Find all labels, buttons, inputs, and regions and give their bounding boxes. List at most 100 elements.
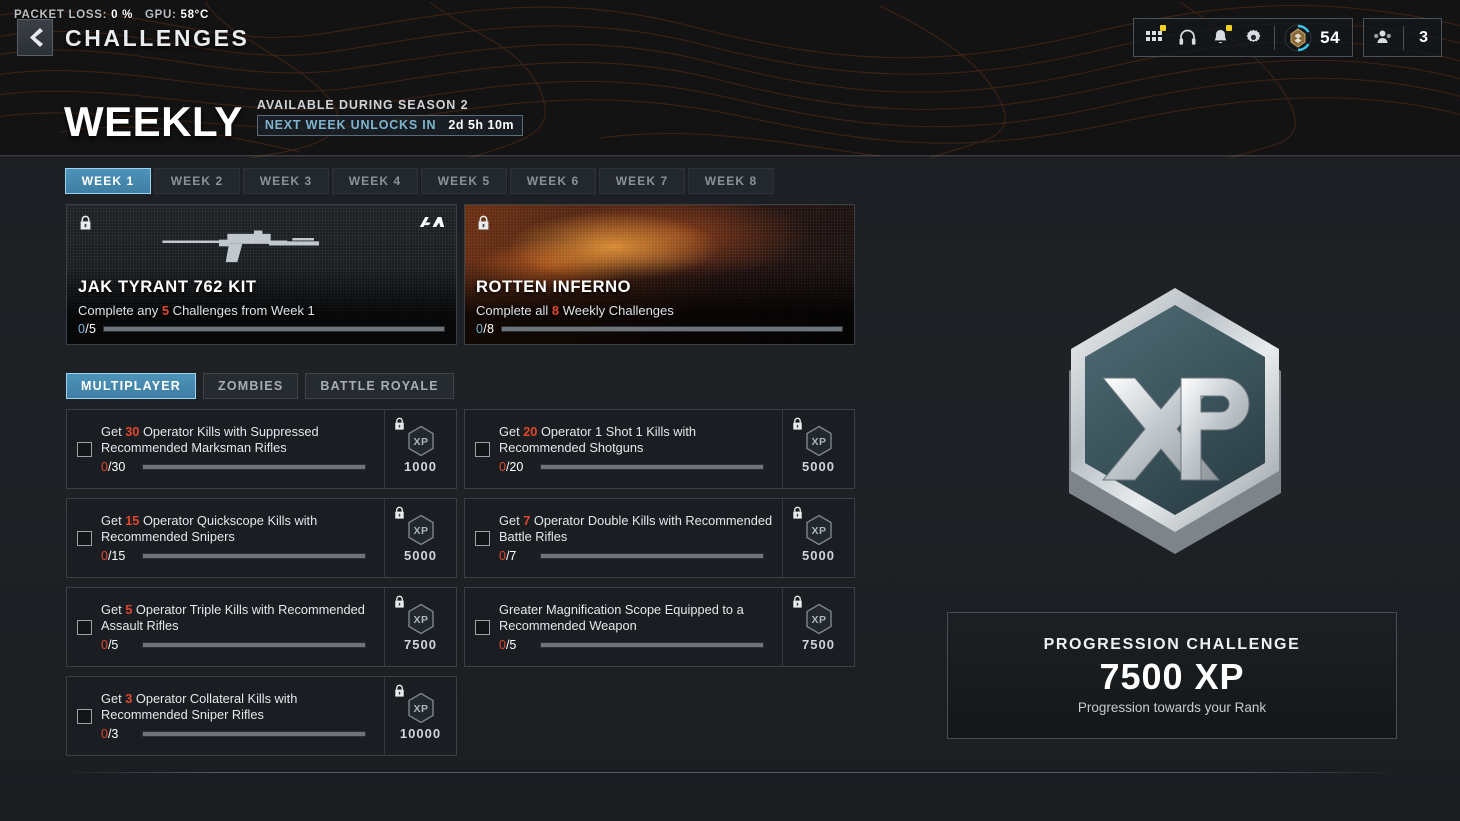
reward-description: Complete all 8 Weekly Challenges <box>476 303 674 318</box>
svg-text:XP: XP <box>811 614 826 626</box>
party-members-icon <box>1374 30 1391 43</box>
challenge-progress: 0/5 <box>499 638 774 652</box>
apps-notification-badge <box>1160 25 1167 31</box>
challenge-row[interactable]: Greater Magnification Scope Equipped to … <box>464 587 855 667</box>
reward-card[interactable]: ROTTEN INFERNO Complete all 8 Weekly Cha… <box>464 204 855 345</box>
challenge-main: Get 30 Operator Kills with Suppressed Re… <box>101 410 384 488</box>
challenge-checkbox[interactable] <box>76 708 92 724</box>
lock-icon <box>395 595 404 608</box>
challenge-checkbox-wrap[interactable] <box>67 677 101 755</box>
week-tab-7[interactable]: WEEK 7 <box>599 168 685 194</box>
challenge-progress: 0/30 <box>101 460 376 474</box>
challenge-progress: 0/7 <box>499 549 774 563</box>
season-availability-label: AVAILABLE DURING SEASON 2 <box>256 98 469 112</box>
challenge-goal-count: 15 <box>125 513 140 528</box>
challenge-main: Get 7 Operator Double Kills with Recomme… <box>499 499 782 577</box>
challenge-description: Get 15 Operator Quickscope Kills with Re… <box>101 513 318 544</box>
notifications-button[interactable] <box>1204 19 1237 56</box>
settings-button[interactable] <box>1237 19 1270 56</box>
challenge-xp-amount: 5000 <box>802 459 835 474</box>
lock-icon <box>395 417 404 430</box>
week-tab-5[interactable]: WEEK 5 <box>421 168 507 194</box>
challenge-description: Greater Magnification Scope Equipped to … <box>499 602 744 633</box>
reward-progress-bar <box>103 326 445 332</box>
challenge-goal-count: 30 <box>125 424 140 439</box>
challenge-checkbox[interactable] <box>474 530 490 546</box>
challenge-checkbox[interactable] <box>474 441 490 457</box>
challenge-row[interactable]: Get 15 Operator Quickscope Kills with Re… <box>66 498 457 578</box>
challenge-xp-amount: 1000 <box>404 459 437 474</box>
challenge-row[interactable]: Get 5 Operator Triple Kills with Recomme… <box>66 587 457 667</box>
challenge-row[interactable]: Get 7 Operator Double Kills with Recomme… <box>464 498 855 578</box>
reward-progress: 0/5 <box>78 322 445 336</box>
challenge-checkbox-wrap[interactable] <box>67 410 101 488</box>
next-week-unlock-box: NEXT WEEK UNLOCKS IN 2d 5h 10m <box>256 115 524 136</box>
reward-description: Complete any 5 Challenges from Week 1 <box>78 303 315 318</box>
back-button[interactable] <box>17 19 53 56</box>
challenge-reward: XP 10000 <box>384 677 456 755</box>
challenge-progress-bar <box>540 464 764 470</box>
challenge-progress-bar <box>142 464 366 470</box>
challenge-checkbox-wrap[interactable] <box>465 410 499 488</box>
svg-text:XP: XP <box>413 703 428 715</box>
next-week-unlock-timer: 2d 5h 10m <box>448 118 515 132</box>
xp-reward-icon: XP <box>407 692 434 724</box>
week-tab-8[interactable]: WEEK 8 <box>688 168 774 194</box>
challenge-description: Get 3 Operator Collateral Kills with Rec… <box>101 691 298 722</box>
gpu-value: 58°C <box>180 9 209 21</box>
challenge-main: Get 20 Operator 1 Shot 1 Kills with Reco… <box>499 410 782 488</box>
mode-tab-zombies[interactable]: ZOMBIES <box>203 373 299 399</box>
headset-icon <box>1179 29 1196 45</box>
challenge-description: Get 20 Operator 1 Shot 1 Kills with Reco… <box>499 424 697 455</box>
apps-grid-button[interactable] <box>1138 19 1171 56</box>
challenge-progress-text: 0/5 <box>499 638 517 652</box>
mode-tab-multiplayer[interactable]: MULTIPLAYER <box>66 373 197 399</box>
xp-reward-icon: XP <box>407 514 434 546</box>
xp-badge-large <box>1031 272 1319 562</box>
mode-tab-battle-royale[interactable]: BATTLE ROYALE <box>305 373 454 399</box>
challenge-progress-bar <box>142 642 366 648</box>
challenge-goal-count: 3 <box>125 691 133 706</box>
gpu-label: GPU: <box>145 9 177 21</box>
week-tab-1[interactable]: WEEK 1 <box>65 168 151 194</box>
challenge-checkbox[interactable] <box>76 530 92 546</box>
week-tab-2[interactable]: WEEK 2 <box>154 168 240 194</box>
challenge-checkbox[interactable] <box>76 619 92 635</box>
challenge-progress: 0/20 <box>499 460 774 474</box>
reward-card[interactable]: JAK TYRANT 762 KIT Complete any 5 Challe… <box>66 204 457 345</box>
week-tab-6[interactable]: WEEK 6 <box>510 168 596 194</box>
progression-xp-value: 7500 XP <box>1099 656 1245 698</box>
challenge-xp-amount: 5000 <box>802 548 835 563</box>
headset-button[interactable] <box>1171 19 1204 56</box>
challenge-reward: XP 7500 <box>384 588 456 666</box>
challenge-checkbox[interactable] <box>76 441 92 457</box>
challenge-column-left: Get 30 Operator Kills with Suppressed Re… <box>66 409 457 756</box>
challenge-progress-text: 0/3 <box>101 727 119 741</box>
xp-reward-icon: XP <box>407 425 434 457</box>
challenge-row[interactable]: Get 20 Operator 1 Shot 1 Kills with Reco… <box>464 409 855 489</box>
challenge-checkbox-wrap[interactable] <box>67 588 101 666</box>
rank-display[interactable]: 54 <box>1279 23 1348 53</box>
party-group[interactable]: 3 <box>1363 18 1442 57</box>
xp-hexagon-icon <box>1069 288 1281 554</box>
challenge-main: Greater Magnification Scope Equipped to … <box>499 588 782 666</box>
challenge-checkbox-wrap[interactable] <box>465 499 499 577</box>
reward-progress-text: 0/5 <box>78 322 97 336</box>
week-tab-3[interactable]: WEEK 3 <box>243 168 329 194</box>
xp-reward-icon: XP <box>805 603 832 635</box>
challenge-checkbox-wrap[interactable] <box>67 499 101 577</box>
week-tab-4[interactable]: WEEK 4 <box>332 168 418 194</box>
challenge-progress-bar <box>142 553 366 559</box>
challenge-progress-text: 0/7 <box>499 549 517 563</box>
party-button[interactable] <box>1366 19 1399 56</box>
challenge-checkbox[interactable] <box>474 619 490 635</box>
challenge-reward: XP 7500 <box>782 588 854 666</box>
challenge-checkbox-wrap[interactable] <box>465 588 499 666</box>
weekly-meta: AVAILABLE DURING SEASON 2 NEXT WEEK UNLO… <box>256 98 524 141</box>
gear-icon <box>1246 29 1261 42</box>
xp-reward-icon: XP <box>805 514 832 546</box>
challenge-row[interactable]: Get 3 Operator Collateral Kills with Rec… <box>66 676 457 756</box>
challenge-reward: XP 5000 <box>782 499 854 577</box>
challenge-row[interactable]: Get 30 Operator Kills with Suppressed Re… <box>66 409 457 489</box>
challenge-xp-amount: 10000 <box>399 726 442 741</box>
